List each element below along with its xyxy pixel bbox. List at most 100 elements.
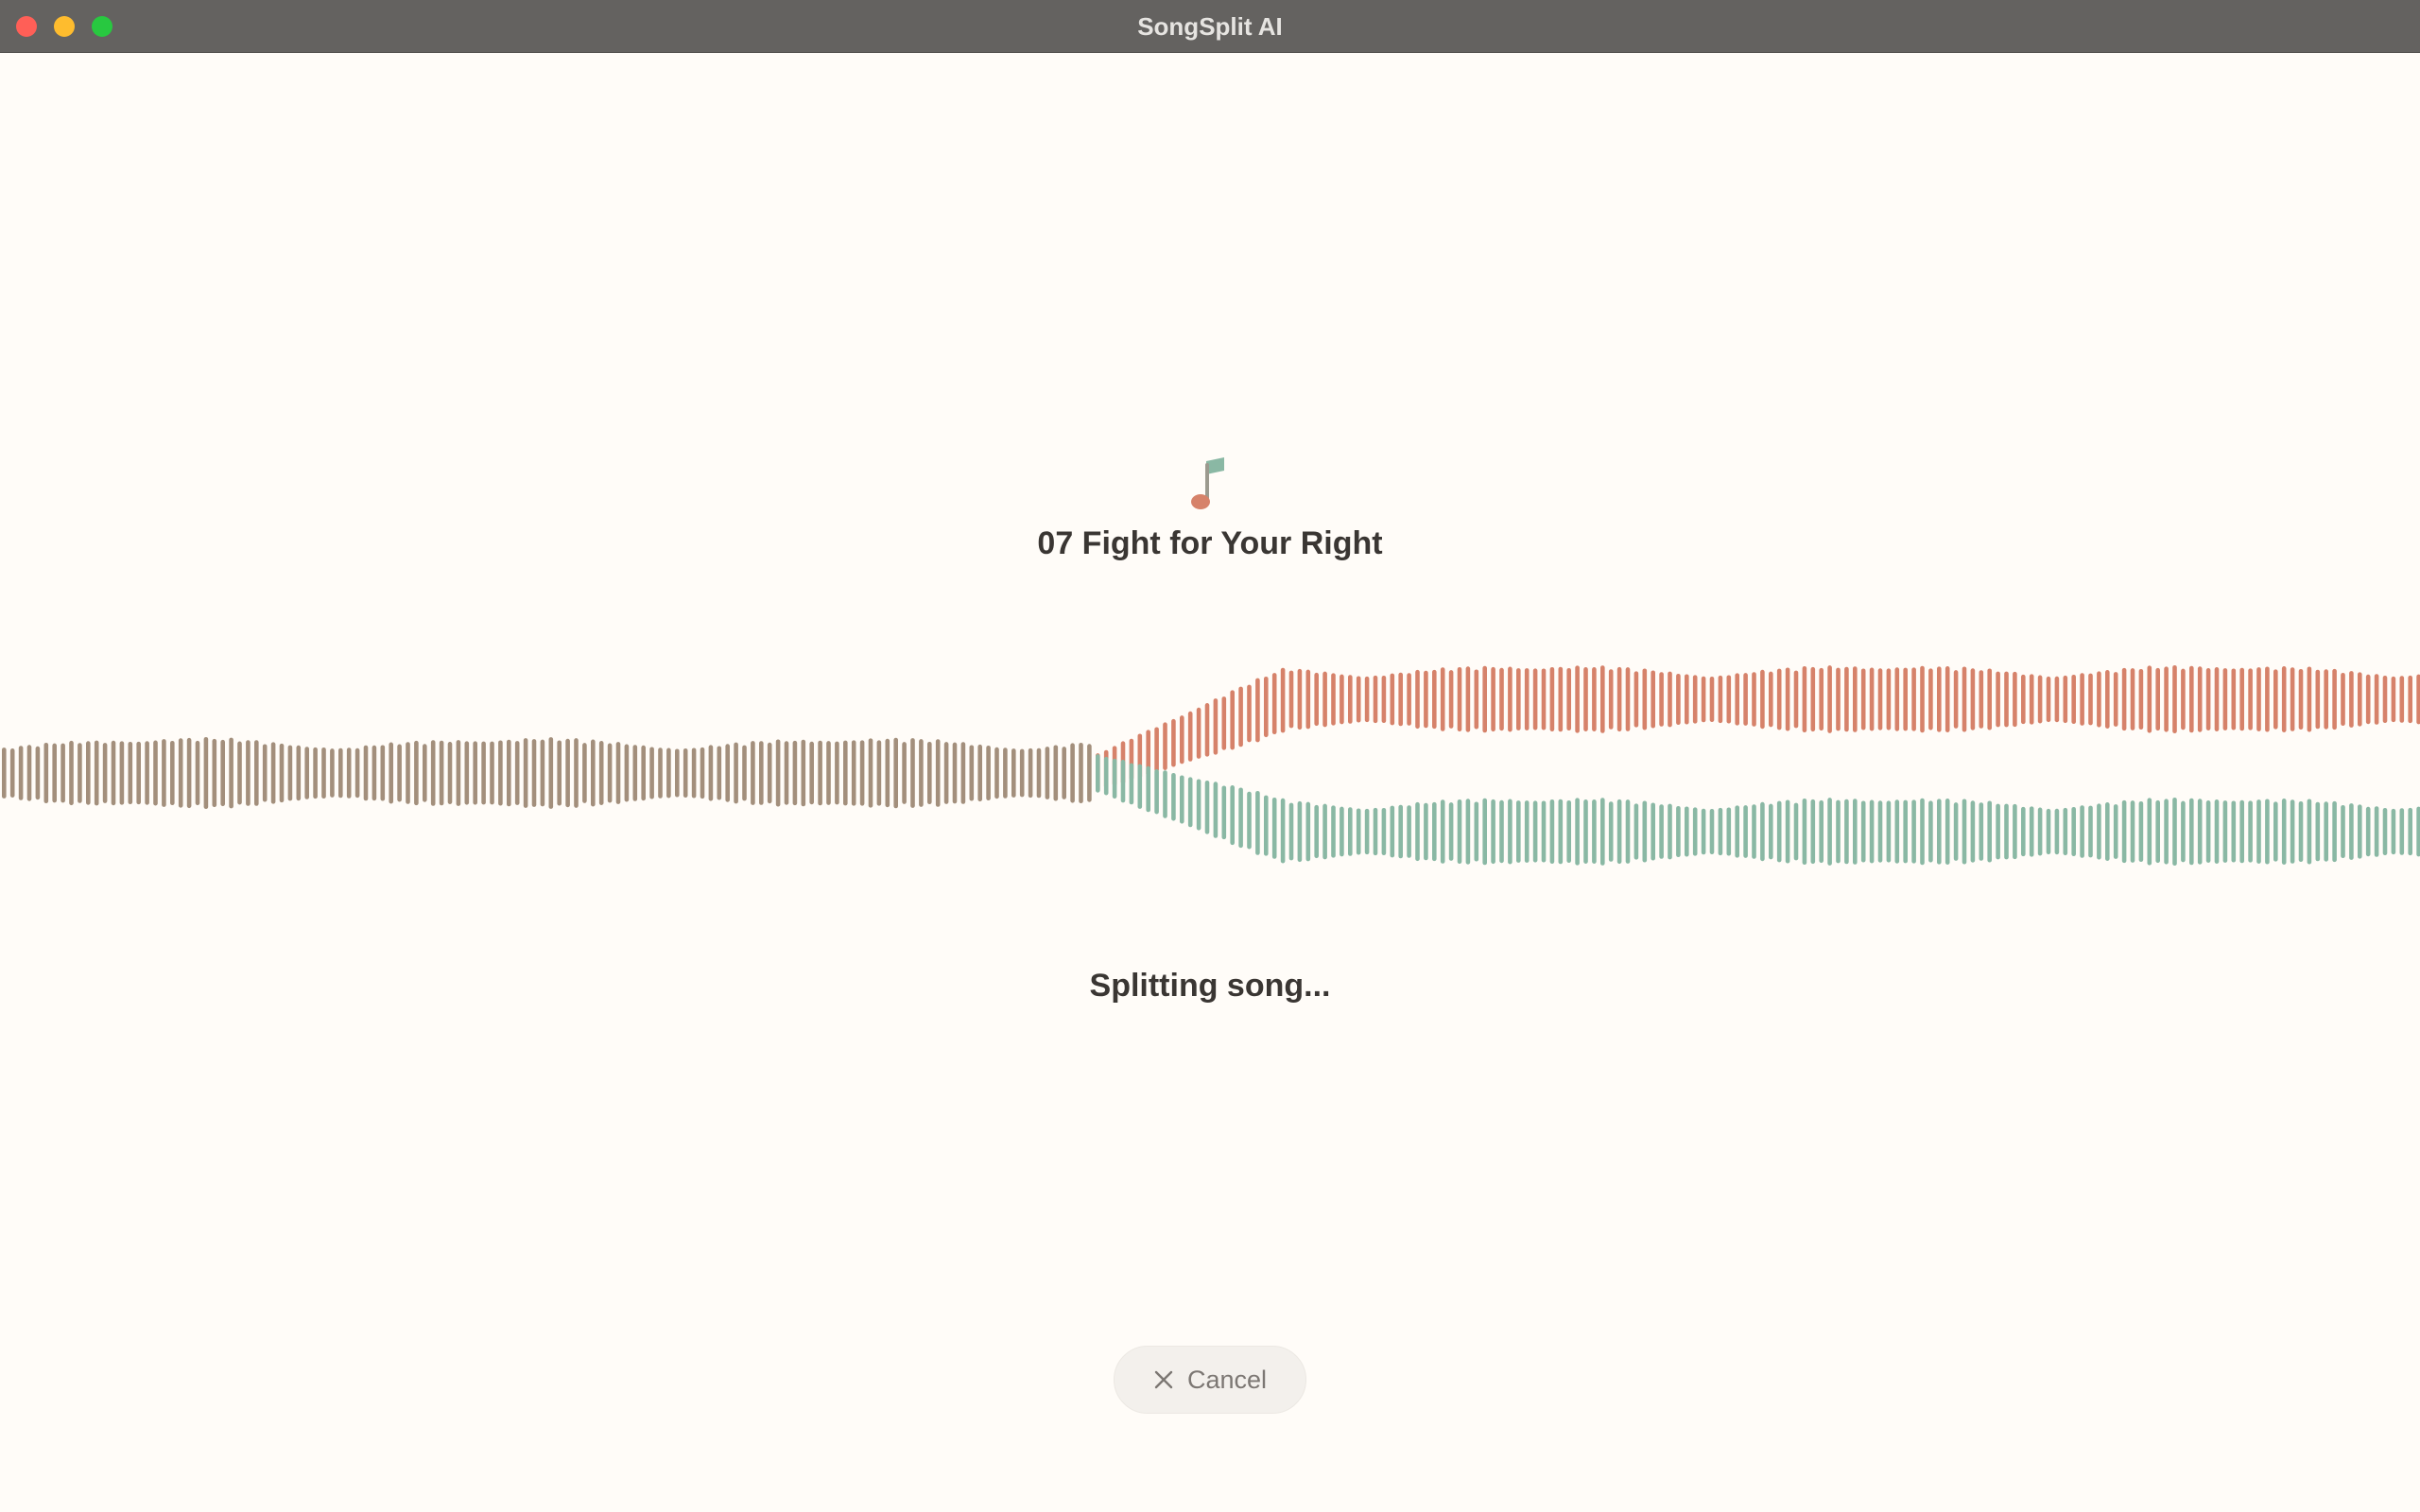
instrumental-waveform-bar [2358,804,2362,859]
vocals-waveform-bar [1549,667,1555,731]
instrumental-waveform-bar [2097,803,2101,860]
vocals-waveform-bar [2189,665,2194,733]
vocals-waveform-bar [1625,667,1631,731]
vocals-waveform-bar [2382,675,2388,724]
vocals-waveform-bar [1541,668,1547,730]
vocals-waveform-bar [1566,668,1571,730]
vocals-waveform-bar [2181,668,2186,730]
vocals-waveform-bar [2358,672,2362,727]
instrumental-waveform-bar [1894,799,1900,864]
instrumental-waveform-bar [2290,799,2295,864]
waveform-bar [380,745,386,801]
waveform-bar [1011,748,1016,798]
waveform-bar [389,742,393,804]
vocals-waveform-bar [1163,722,1167,770]
vocals-waveform-bar [1247,684,1252,743]
instrumental-waveform-bar [1390,805,1395,858]
instrumental-waveform-bar [1180,775,1184,824]
waveform-bar [128,741,133,805]
instrumental-waveform-bar [1659,804,1664,859]
waveform-bar [111,740,116,806]
waveform-bar [809,741,814,805]
vocals-waveform-bar [2298,668,2304,730]
instrumental-waveform-bar [2105,802,2110,861]
instrumental-waveform-bar [1322,803,1327,860]
instrumental-waveform-bar [1305,801,1311,862]
waveform-bar [717,746,722,800]
instrumental-waveform-bar [1448,802,1454,861]
vocals-waveform-bar [1424,670,1428,729]
vocals-waveform-bar [2097,671,2101,728]
instrumental-waveform-bar [2349,803,2354,860]
waveform-bar [304,747,309,799]
waveform-bar [363,745,369,801]
vocals-waveform-bar [1213,698,1219,755]
instrumental-waveform-bar [1532,800,1538,863]
instrumental-waveform-bar [2324,801,2328,862]
instrumental-waveform-bar [1625,799,1631,864]
instrumental-waveform-bar [1112,758,1117,799]
waveform-bar [775,739,781,807]
instrumental-waveform-bar [1701,808,1706,855]
instrumental-waveform-bar [2071,806,2076,857]
instrumental-waveform-bar [1979,802,1984,861]
waveform-bar [615,742,621,804]
waveform-bar [700,747,705,799]
instrumental-waveform-bar [1482,798,1487,866]
waveform-bar [927,741,932,805]
instrumental-waveform-bar [1340,806,1344,857]
waveform-bar [943,742,949,804]
waveform-bar [346,747,352,799]
waveform-bar [1062,747,1066,799]
vocals-waveform-bar [1348,675,1353,724]
waveform-bar [456,740,461,806]
vocals-waveform-bar [1356,676,1361,723]
waveform-bar [902,742,907,804]
waveform-bar [952,742,958,804]
vocals-waveform-bar [1204,703,1210,757]
instrumental-waveform-bar [2214,799,2220,864]
instrumental-waveform-bar [2281,799,2287,865]
vocals-waveform-bar [1819,667,1824,731]
vocals-waveform-bar [1685,674,1689,725]
vocals-waveform-bar [1465,666,1471,732]
title-bar[interactable]: SongSplit AI [0,0,2420,53]
vocals-waveform-bar [2239,667,2244,731]
vocals-waveform-bar [1869,667,1875,731]
vocals-waveform-bar [1280,667,1286,733]
cancel-button[interactable]: Cancel [1114,1346,1306,1414]
waveform-bar [439,740,444,806]
waveform-bar [876,740,882,806]
instrumental-waveform-bar [1230,785,1235,846]
instrumental-waveform-bar [1903,799,1908,864]
instrumental-waveform-bar [2391,808,2396,855]
instrumental-waveform-bar [1735,805,1739,858]
waveform-bar [287,745,293,801]
waveform-bar [574,738,579,808]
waveform-bar [691,747,697,799]
instrumental-waveform-bar [1120,760,1126,803]
vocals-waveform-bar [2138,668,2144,730]
vocals-waveform-bar [1364,676,1370,723]
instrumental-waveform-bar [1869,799,1875,864]
vocals-waveform-bar [2222,668,2228,730]
waveform-bar [9,748,15,798]
waveform-bar [759,741,764,805]
waveform-bar [826,741,831,805]
vocals-waveform-bar [2307,666,2312,732]
instrumental-waveform-bar [2037,807,2043,856]
instrumental-waveform-bar [1288,802,1294,861]
instrumental-waveform-bar [1154,769,1159,815]
vocals-waveform-bar [1760,669,1765,730]
instrumental-waveform-bar [2399,808,2405,855]
instrumental-waveform-bar [1853,799,1858,865]
waveform-bar [935,739,941,807]
vocals-waveform-bar [1844,666,1849,732]
waveform-bar [624,744,630,802]
instrumental-waveform-bar [2256,799,2261,864]
instrumental-waveform-bar [1264,795,1269,856]
instrumental-waveform-bar [1238,787,1243,849]
vocals-waveform-bar [2046,676,2051,723]
vocals-waveform-bar [2374,674,2379,725]
instrumental-waveform-bar [1810,799,1816,865]
